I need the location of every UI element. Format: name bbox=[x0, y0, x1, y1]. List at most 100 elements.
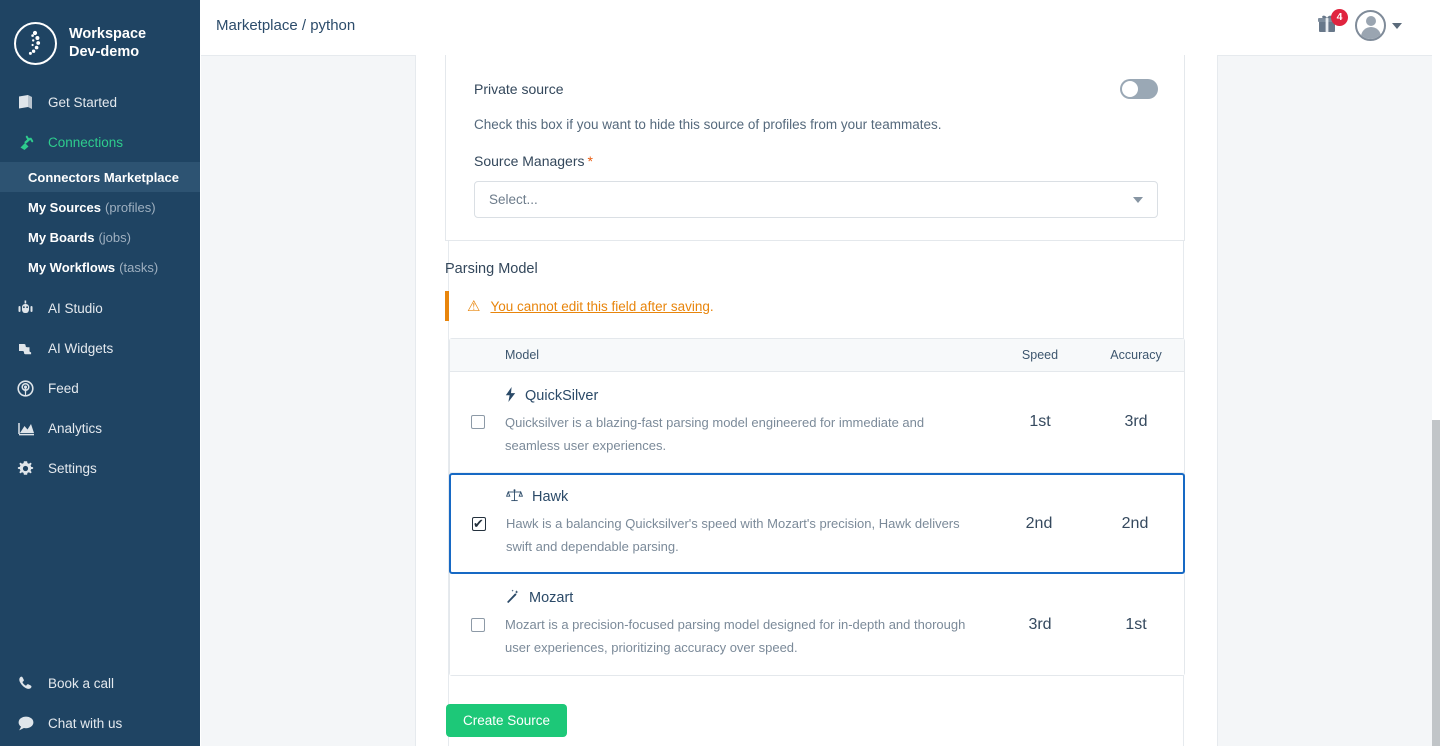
row-checkbox-cell bbox=[450, 415, 505, 429]
chevron-down-icon[interactable] bbox=[1392, 22, 1402, 29]
sidebar-item-my-sources[interactable]: My Sources (profiles) bbox=[0, 192, 200, 222]
parsing-model-title: Parsing Model bbox=[445, 261, 538, 277]
avatar-body bbox=[1360, 27, 1381, 39]
model-description: Mozart is a precision-focused parsing mo… bbox=[505, 617, 966, 655]
table-header: Model Speed Accuracy bbox=[450, 339, 1184, 372]
sidebar-item-label: AI Studio bbox=[48, 300, 103, 316]
source-managers-label-text: Source Managers bbox=[474, 153, 585, 169]
breadcrumb[interactable]: Marketplace / python bbox=[216, 17, 355, 34]
page-body: Private source Check this box if you wan… bbox=[200, 55, 1440, 746]
model-speed-rank: 3rd bbox=[1028, 615, 1052, 633]
sidebar-bottom-nav: Book a call Chat with us bbox=[0, 663, 200, 743]
header-accuracy: Accuracy bbox=[1110, 348, 1162, 362]
sidebar-subitem-suffix: (jobs) bbox=[98, 229, 131, 245]
table-row[interactable]: Mozart Mozart is a precision-focused par… bbox=[450, 574, 1184, 675]
sidebar-item-connections[interactable]: Connections bbox=[0, 122, 200, 162]
workspace-logo-icon bbox=[14, 21, 57, 65]
sidebar-subitem-label: My Boards bbox=[28, 229, 95, 245]
sidebar-item-ai-studio[interactable]: AI Studio bbox=[0, 288, 200, 328]
model-checkbox-quicksilver[interactable] bbox=[470, 415, 485, 429]
workspace-label: Workspace bbox=[69, 25, 147, 42]
right-side-panel bbox=[1217, 55, 1432, 746]
table-row[interactable]: QuickSilver Quicksilver is a blazing-fas… bbox=[450, 372, 1184, 473]
scrollbar-thumb[interactable] bbox=[1432, 420, 1440, 746]
sidebar-item-get-started[interactable]: Get Started bbox=[0, 82, 200, 122]
model-speed-rank: 2nd bbox=[1025, 514, 1053, 532]
sidebar-subitem-label: Connectors Marketplace bbox=[28, 169, 179, 185]
sidebar-subitem-label: My Sources bbox=[28, 199, 101, 215]
avatar-head bbox=[1365, 16, 1376, 26]
sidebar-item-my-boards[interactable]: My Boards (jobs) bbox=[0, 222, 200, 252]
model-name-mozart: Mozart bbox=[505, 589, 992, 607]
plug-icon bbox=[16, 133, 42, 152]
avatar bbox=[1355, 10, 1386, 41]
private-source-label: Private source bbox=[474, 81, 564, 97]
create-source-button[interactable]: Create Source bbox=[446, 704, 568, 737]
model-checkbox-mozart[interactable] bbox=[470, 617, 485, 632]
sidebar-item-label: Feed bbox=[48, 380, 79, 396]
required-asterisk: * bbox=[587, 153, 593, 169]
user-menu[interactable] bbox=[1355, 10, 1402, 41]
model-name-hawk: Hawk bbox=[505, 488, 991, 506]
sidebar-item-feed[interactable]: Feed bbox=[0, 368, 200, 408]
source-settings-card: Private source Check this box if you wan… bbox=[445, 55, 1185, 241]
sidebar-item-label: Get Started bbox=[48, 94, 118, 110]
topbar: Marketplace / python 4 bbox=[200, 0, 1440, 55]
model-checkbox-hawk[interactable]: ✔ bbox=[471, 516, 486, 531]
header-model: Model bbox=[505, 348, 540, 362]
feed-icon bbox=[16, 379, 42, 398]
sidebar-subitem-suffix: (tasks) bbox=[119, 259, 159, 275]
phone-icon bbox=[16, 674, 42, 693]
left-side-panel bbox=[201, 55, 416, 746]
row-model-cell: Hawk Hawk is a balancing Quicksilver's s… bbox=[505, 488, 991, 559]
sidebar-item-chat-with-us[interactable]: Chat with us bbox=[0, 703, 200, 743]
source-managers-label: Source Managers * bbox=[474, 153, 593, 169]
balance-scale-icon bbox=[505, 488, 524, 506]
row-model-cell: QuickSilver Quicksilver is a blazing-fas… bbox=[505, 386, 992, 458]
model-description: Quicksilver is a blazing-fast parsing mo… bbox=[505, 414, 925, 453]
private-source-toggle[interactable] bbox=[1120, 79, 1158, 99]
model-name-text: QuickSilver bbox=[525, 387, 599, 404]
warning-triangle-icon: ⚠ bbox=[467, 297, 481, 315]
chevron-down-icon[interactable] bbox=[1133, 197, 1143, 203]
table-row[interactable]: ✔ Hawk Hawk is a balancing Quicksilver's… bbox=[449, 473, 1185, 574]
parsing-warning-text: You cannot edit this field after saving. bbox=[490, 299, 713, 314]
book-icon bbox=[16, 93, 42, 112]
sidebar-item-my-workflows[interactable]: My Workflows (tasks) bbox=[0, 252, 200, 282]
model-accuracy-rank: 1st bbox=[1125, 615, 1147, 633]
chat-icon bbox=[16, 714, 42, 733]
source-managers-placeholder: Select... bbox=[489, 192, 538, 207]
sidebar-item-connectors-marketplace[interactable]: Connectors Marketplace bbox=[0, 162, 200, 192]
row-checkbox-cell bbox=[450, 617, 505, 632]
model-name-text: Hawk bbox=[532, 489, 569, 506]
model-accuracy-rank: 2nd bbox=[1121, 514, 1149, 532]
sidebar-item-analytics[interactable]: Analytics bbox=[0, 408, 200, 448]
scrollbar-track[interactable] bbox=[1432, 110, 1440, 746]
gift-button[interactable]: 4 bbox=[1315, 8, 1348, 41]
sidebar-item-label: AI Widgets bbox=[48, 340, 114, 356]
sidebar-item-settings[interactable]: Settings bbox=[0, 448, 200, 488]
sidebar-item-ai-widgets[interactable]: AI Widgets bbox=[0, 328, 200, 368]
workspace-brand[interactable]: Workspace Dev-demo bbox=[0, 0, 200, 72]
lightning-icon bbox=[505, 386, 516, 405]
app-root: Workspace Dev-demo Get Started Connectio… bbox=[0, 0, 1440, 746]
sidebar-item-book-a-call[interactable]: Book a call bbox=[0, 663, 200, 703]
gift-badge-count: 4 bbox=[1331, 8, 1348, 26]
model-name-text: Mozart bbox=[529, 590, 574, 607]
private-source-helper: Check this box if you want to hide this … bbox=[474, 117, 942, 132]
source-managers-select[interactable]: Select... bbox=[474, 181, 1158, 218]
model-name-quicksilver: QuickSilver bbox=[505, 386, 992, 405]
model-speed-rank: 1st bbox=[1029, 413, 1051, 430]
model-accuracy-rank: 3rd bbox=[1124, 413, 1148, 430]
chart-icon bbox=[16, 419, 42, 438]
private-source-row: Private source bbox=[474, 79, 1158, 99]
workspace-name: Dev-demo bbox=[69, 44, 140, 60]
model-description: Hawk is a balancing Quicksilver's speed … bbox=[506, 516, 960, 554]
toggle-knob bbox=[1122, 81, 1138, 97]
parsing-model-table: Model Speed Accuracy QuickSilver Quicksi… bbox=[449, 338, 1185, 676]
sidebar-subitem-suffix: (profiles) bbox=[104, 199, 156, 215]
workspace-text: Workspace Dev-demo bbox=[69, 25, 146, 61]
row-model-cell: Mozart Mozart is a precision-focused par… bbox=[505, 589, 992, 660]
parsing-warning-period: . bbox=[709, 298, 714, 314]
gear-icon bbox=[16, 459, 42, 478]
